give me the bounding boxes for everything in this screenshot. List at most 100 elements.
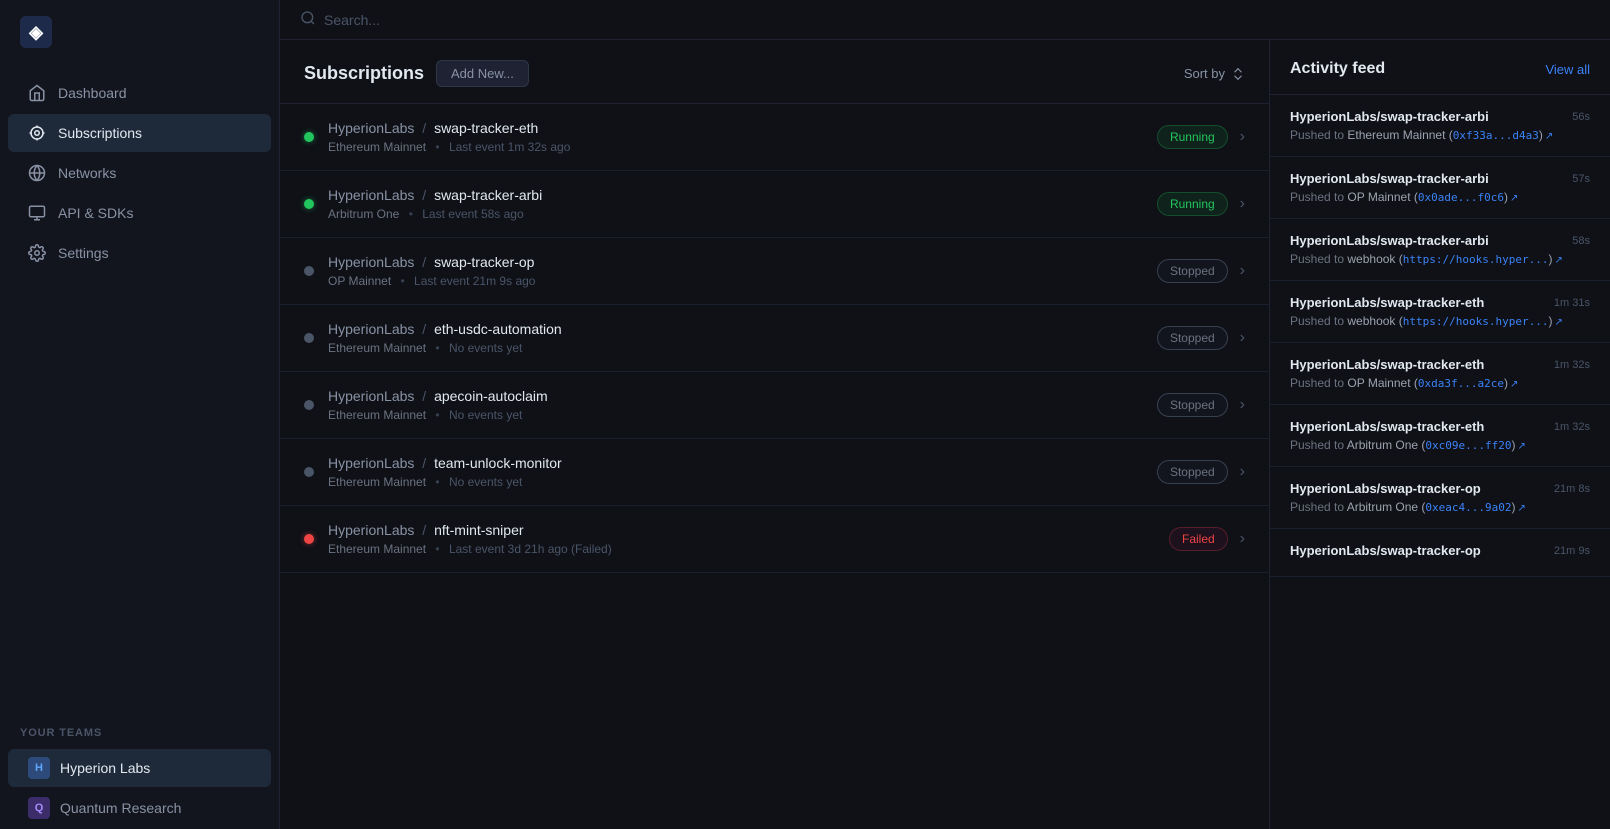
activity-header: Activity feed View all [1270, 40, 1610, 95]
subscriptions-icon [28, 124, 46, 142]
activity-item-name: HyperionLabs/swap-tracker-arbi [1290, 233, 1489, 248]
status-badge: Stopped [1157, 259, 1228, 283]
activity-item-desc: Pushed to Arbitrum One (0xeac4...9a02)↗ [1290, 500, 1590, 514]
activity-item[interactable]: HyperionLabs/swap-tracker-op 21m 9s [1270, 529, 1610, 577]
activity-item-time: 1m 32s [1554, 421, 1590, 433]
subscription-meta: Ethereum Mainnet • No events yet [328, 475, 1157, 489]
activity-item-name: HyperionLabs/swap-tracker-eth [1290, 419, 1484, 434]
search-input[interactable] [324, 12, 1590, 28]
activity-item-name: HyperionLabs/swap-tracker-op [1290, 481, 1481, 496]
teams-label: Your teams [0, 711, 279, 747]
view-all-link[interactable]: View all [1545, 62, 1590, 77]
activity-item-desc: Pushed to webhook (https://hooks.hyper..… [1290, 314, 1590, 328]
activity-item-desc: Pushed to OP Mainnet (0xda3f...a2ce)↗ [1290, 376, 1590, 390]
activity-list: HyperionLabs/swap-tracker-arbi 56s Pushe… [1270, 95, 1610, 577]
subscriptions-list: HyperionLabs / swap-tracker-eth Ethereum… [280, 104, 1269, 573]
subscription-name: HyperionLabs / nft-mint-sniper [328, 522, 1169, 538]
subscription-info: HyperionLabs / nft-mint-sniper Ethereum … [328, 522, 1169, 556]
subscription-info: HyperionLabs / team-unlock-monitor Ether… [328, 455, 1157, 489]
team-avatar-hyperion: H [28, 757, 50, 779]
activity-panel: Activity feed View all HyperionLabs/swap… [1270, 40, 1610, 829]
chevron-right-icon: › [1240, 329, 1245, 347]
status-badge: Running [1157, 192, 1228, 216]
subscription-row[interactable]: HyperionLabs / swap-tracker-eth Ethereum… [280, 104, 1269, 171]
subscriptions-title: Subscriptions [304, 63, 424, 84]
activity-item-desc: Pushed to webhook (https://hooks.hyper..… [1290, 252, 1590, 266]
activity-item[interactable]: HyperionLabs/swap-tracker-arbi 57s Pushe… [1270, 157, 1610, 219]
content-area: Subscriptions Add New... Sort by Hyperio… [280, 40, 1610, 829]
search-icon [300, 10, 316, 29]
status-badge: Stopped [1157, 393, 1228, 417]
activity-item[interactable]: HyperionLabs/swap-tracker-op 21m 8s Push… [1270, 467, 1610, 529]
sidebar-item-subscriptions[interactable]: Subscriptions [8, 114, 271, 152]
activity-item-name: HyperionLabs/swap-tracker-eth [1290, 357, 1484, 372]
subscription-info: HyperionLabs / swap-tracker-eth Ethereum… [328, 120, 1157, 154]
settings-icon [28, 244, 46, 262]
status-badge: Stopped [1157, 460, 1228, 484]
status-dot [304, 266, 314, 276]
api-icon [28, 204, 46, 222]
team-item-quantum[interactable]: Q Quantum Research [8, 789, 271, 827]
chevron-right-icon: › [1240, 530, 1245, 548]
subscription-row[interactable]: HyperionLabs / swap-tracker-op OP Mainne… [280, 238, 1269, 305]
activity-item-time: 1m 32s [1554, 359, 1590, 371]
subscriptions-header: Subscriptions Add New... Sort by [280, 40, 1269, 104]
subscription-meta: Ethereum Mainnet • Last event 3d 21h ago… [328, 542, 1169, 556]
subscription-name: HyperionLabs / eth-usdc-automation [328, 321, 1157, 337]
sidebar-item-settings[interactable]: Settings [8, 234, 271, 272]
status-badge: Failed [1169, 527, 1228, 551]
search-bar [280, 0, 1610, 40]
sort-by[interactable]: Sort by [1184, 66, 1245, 81]
status-badge: Running [1157, 125, 1228, 149]
activity-item-desc: Pushed to Ethereum Mainnet (0xf33a...d4a… [1290, 128, 1590, 142]
sidebar-item-label: Settings [58, 245, 109, 261]
activity-item-desc: Pushed to OP Mainnet (0x0ade...f0c6)↗ [1290, 190, 1590, 204]
sidebar-item-label: Dashboard [58, 85, 127, 101]
status-dot [304, 132, 314, 142]
subscription-row[interactable]: HyperionLabs / apecoin-autoclaim Ethereu… [280, 372, 1269, 439]
activity-item[interactable]: HyperionLabs/swap-tracker-arbi 56s Pushe… [1270, 95, 1610, 157]
activity-item[interactable]: HyperionLabs/swap-tracker-eth 1m 31s Pus… [1270, 281, 1610, 343]
activity-item-time: 21m 9s [1554, 545, 1590, 557]
subscription-meta: Ethereum Mainnet • No events yet [328, 408, 1157, 422]
sidebar-item-api-sdks[interactable]: API & SDKs [8, 194, 271, 232]
subscription-info: HyperionLabs / swap-tracker-op OP Mainne… [328, 254, 1157, 288]
add-new-button[interactable]: Add New... [436, 60, 529, 87]
activity-item-time: 21m 8s [1554, 483, 1590, 495]
activity-item-time: 56s [1572, 111, 1590, 123]
team-item-hyperion[interactable]: H Hyperion Labs [8, 749, 271, 787]
sidebar-item-label: Networks [58, 165, 116, 181]
subscription-name: HyperionLabs / swap-tracker-op [328, 254, 1157, 270]
panel-title: Subscriptions Add New... [304, 60, 529, 87]
status-badge: Stopped [1157, 326, 1228, 350]
sidebar-item-dashboard[interactable]: Dashboard [8, 74, 271, 112]
subscription-name: HyperionLabs / apecoin-autoclaim [328, 388, 1157, 404]
subscription-meta: Ethereum Mainnet • Last event 1m 32s ago [328, 140, 1157, 154]
team-name-hyperion: Hyperion Labs [60, 760, 150, 776]
subscription-row[interactable]: HyperionLabs / swap-tracker-arbi Arbitru… [280, 171, 1269, 238]
activity-item-name: HyperionLabs/swap-tracker-eth [1290, 295, 1484, 310]
subscription-row[interactable]: HyperionLabs / team-unlock-monitor Ether… [280, 439, 1269, 506]
activity-item[interactable]: HyperionLabs/swap-tracker-eth 1m 32s Pus… [1270, 343, 1610, 405]
status-dot [304, 199, 314, 209]
chevron-right-icon: › [1240, 396, 1245, 414]
activity-item-name: HyperionLabs/swap-tracker-op [1290, 543, 1481, 558]
sidebar-nav: Dashboard Subscriptions [0, 64, 279, 711]
subscription-meta: Ethereum Mainnet • No events yet [328, 341, 1157, 355]
subscription-info: HyperionLabs / swap-tracker-arbi Arbitru… [328, 187, 1157, 221]
sidebar-item-label: Subscriptions [58, 125, 142, 141]
main-content: Subscriptions Add New... Sort by Hyperio… [280, 0, 1610, 829]
svg-text:◈: ◈ [28, 22, 44, 42]
activity-item-time: 57s [1572, 173, 1590, 185]
sidebar-item-networks[interactable]: Networks [8, 154, 271, 192]
activity-item[interactable]: HyperionLabs/swap-tracker-eth 1m 32s Pus… [1270, 405, 1610, 467]
logo-icon: ◈ [20, 16, 52, 48]
sidebar: ◈ Dashboard [0, 0, 280, 829]
subscription-row[interactable]: HyperionLabs / eth-usdc-automation Ether… [280, 305, 1269, 372]
subscription-row[interactable]: HyperionLabs / nft-mint-sniper Ethereum … [280, 506, 1269, 573]
subscription-name: HyperionLabs / team-unlock-monitor [328, 455, 1157, 471]
subscription-meta: Arbitrum One • Last event 58s ago [328, 207, 1157, 221]
subscription-info: HyperionLabs / eth-usdc-automation Ether… [328, 321, 1157, 355]
activity-item[interactable]: HyperionLabs/swap-tracker-arbi 58s Pushe… [1270, 219, 1610, 281]
activity-item-name: HyperionLabs/swap-tracker-arbi [1290, 171, 1489, 186]
